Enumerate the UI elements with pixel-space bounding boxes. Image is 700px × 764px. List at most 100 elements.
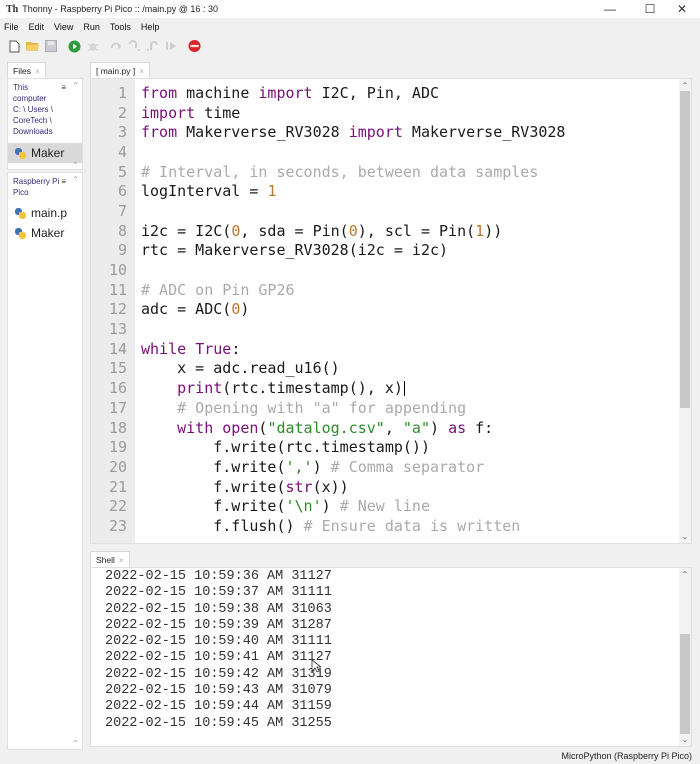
this-computer-pane: This computer C: \ Users \ CoreTech \ Do… [7, 78, 83, 170]
new-file-button[interactable] [8, 40, 21, 53]
scroll-down-icon[interactable]: ⌄ [679, 532, 691, 541]
menu-file[interactable]: File [4, 22, 19, 32]
tab-main-py-label: [ main.py ] [96, 66, 136, 76]
step-into-icon [129, 40, 140, 51]
save-icon [44, 40, 57, 52]
code-lines[interactable]: 1 from machine import I2C, Pin, ADC 2 impor… [91, 83, 681, 536]
file-item[interactable]: Maker [8, 143, 82, 163]
close-tab-icon[interactable]: × [119, 556, 124, 565]
code-line[interactable]: 5 # Interval, in seconds, between data sa… [91, 162, 681, 182]
code-token: : [231, 339, 241, 358]
code-line[interactable]: 3 from Makerverse_RV3028 import Makervers… [91, 122, 681, 142]
scroll-down-icon[interactable]: ⌄ [72, 735, 79, 744]
close-button[interactable]: ✕ [662, 0, 700, 18]
run-icon [68, 40, 81, 52]
line-number: 19 [108, 438, 127, 457]
line-number: 11 [108, 280, 127, 299]
code-line[interactable]: 22 f.write('\n') # New line [91, 496, 681, 516]
code-line[interactable]: 21 f.write(str (x)) [91, 477, 681, 497]
new-file-icon [9, 40, 20, 52]
this-computer-path[interactable]: This computer C: \ Users \ CoreTech \ Do… [8, 79, 63, 137]
code-line[interactable]: 13 [91, 319, 681, 339]
menu-help[interactable]: Help [141, 22, 160, 32]
step-over-button[interactable] [110, 40, 123, 53]
menu-edit[interactable]: Edit [29, 22, 45, 32]
shell-output-line: 2022-02-15 10:59:36 AM 31127 [105, 569, 332, 584]
code-line[interactable]: 23 f.flush() # Ensure data is written [91, 516, 681, 536]
scroll-up-icon[interactable]: ⌃ [72, 175, 79, 184]
text-caret [403, 380, 405, 396]
code-line[interactable]: 18 with open("datalog.csv", "a") as f: [91, 418, 681, 438]
line-number: 1 [117, 83, 127, 102]
line-number: 9 [117, 241, 127, 260]
line-number: 16 [108, 379, 127, 398]
menu-view[interactable]: View [54, 22, 73, 32]
file-item[interactable]: main.p [8, 203, 82, 223]
step-into-button[interactable] [128, 40, 141, 53]
tab-shell[interactable]: Shell × [90, 551, 130, 567]
code-line[interactable]: 2 import time [91, 103, 681, 123]
code-token: # Comma separator [330, 457, 485, 476]
title-bar: Th Thonny - Raspberry Pi Pico :: /main.p… [0, 0, 700, 18]
code-line[interactable]: 12 adc = ADC(0) [91, 300, 681, 320]
scroll-down-icon[interactable]: ⌄ [679, 735, 691, 744]
code-line[interactable]: 9 rtc = Makerverse_RV3028(i2c = i2c) [91, 241, 681, 261]
code-editor[interactable]: 1 from machine import I2C, Pin, ADC 2 impor… [90, 78, 692, 544]
line-number: 14 [108, 339, 127, 358]
step-out-button[interactable] [146, 40, 159, 53]
code-token: (x)) [312, 477, 349, 496]
scrollbar-thumb[interactable] [680, 91, 690, 408]
scrollbar-thumb[interactable] [680, 633, 690, 734]
pico-path[interactable]: Raspberry Pi Pico [8, 173, 63, 198]
close-tab-icon[interactable]: × [35, 67, 40, 76]
code-line[interactable]: 1 from machine import I2C, Pin, ADC [91, 83, 681, 103]
tab-main-py[interactable]: [ main.py ] × [90, 62, 150, 78]
code-token: adc = ADC( [141, 300, 232, 319]
code-line[interactable]: 8 i2c = I2C(0, sda = Pin(0), scl = Pin(1)… [91, 221, 681, 241]
code-line[interactable]: 7 [91, 201, 681, 221]
code-line[interactable]: 14 while True: [91, 339, 681, 359]
minimize-button[interactable]: — [590, 0, 630, 18]
close-tab-icon[interactable]: × [139, 67, 144, 76]
menu-run[interactable]: Run [83, 22, 100, 32]
open-folder-icon [26, 42, 39, 51]
code-token: # Ensure data is written [303, 516, 521, 535]
stop-button[interactable] [188, 39, 201, 53]
shell-scrollbar[interactable]: ⌃ ⌄ [679, 568, 691, 746]
hamburger-menu-icon[interactable]: ≡ [61, 177, 66, 186]
code-line[interactable]: 20 f.write(',') # Comma separator [91, 457, 681, 477]
code-line[interactable]: 10 [91, 260, 681, 280]
code-line[interactable]: 19 f.write(rtc.timestamp()) [91, 437, 681, 457]
shell-output-line: 2022-02-15 10:59:37 AM 31111 [105, 585, 332, 601]
file-item[interactable]: Maker [8, 223, 82, 243]
scroll-up-icon[interactable]: ⌃ [679, 570, 691, 579]
scroll-down-icon[interactable]: ⌄ [72, 157, 79, 166]
line-number: 5 [117, 162, 127, 181]
run-button[interactable] [68, 40, 81, 53]
code-token: "a" [402, 418, 430, 437]
shell-output-line: 2022-02-15 10:59:43 AM 31079 [105, 683, 332, 699]
debug-button[interactable] [86, 40, 99, 53]
resume-button[interactable] [164, 40, 177, 53]
code-line[interactable]: 16 print (rtc.timestamp(), x) [91, 378, 681, 398]
code-token: while [141, 339, 187, 358]
code-line[interactable]: 6 logInterval = 1 [91, 181, 681, 201]
code-line[interactable]: 17 # Opening with "a" for appending [91, 398, 681, 418]
editor-scrollbar[interactable]: ⌃ ⌄ [679, 79, 691, 543]
scroll-up-icon[interactable]: ⌃ [72, 81, 79, 90]
code-line[interactable]: 11 # ADC on Pin GP26 [91, 280, 681, 300]
hamburger-menu-icon[interactable]: ≡ [61, 83, 66, 92]
tab-files[interactable]: Files × [7, 62, 46, 78]
shell-console[interactable]: 2022-02-15 10:59:36 AM 31127 2022-02-15 1… [90, 567, 692, 747]
code-line[interactable]: 4 [91, 142, 681, 162]
code-token: ) [240, 300, 250, 319]
interpreter-status[interactable]: MicroPython (Raspberry Pi Pico) [561, 751, 692, 761]
save-button[interactable] [44, 40, 57, 53]
scroll-up-icon[interactable]: ⌃ [679, 81, 691, 90]
menu-tools[interactable]: Tools [110, 22, 131, 32]
code-token: print [177, 379, 223, 398]
code-token: x = adc.read_u16() [141, 359, 340, 378]
code-line[interactable]: 15 x = adc.read_u16() [91, 359, 681, 379]
open-file-button[interactable] [26, 40, 39, 53]
